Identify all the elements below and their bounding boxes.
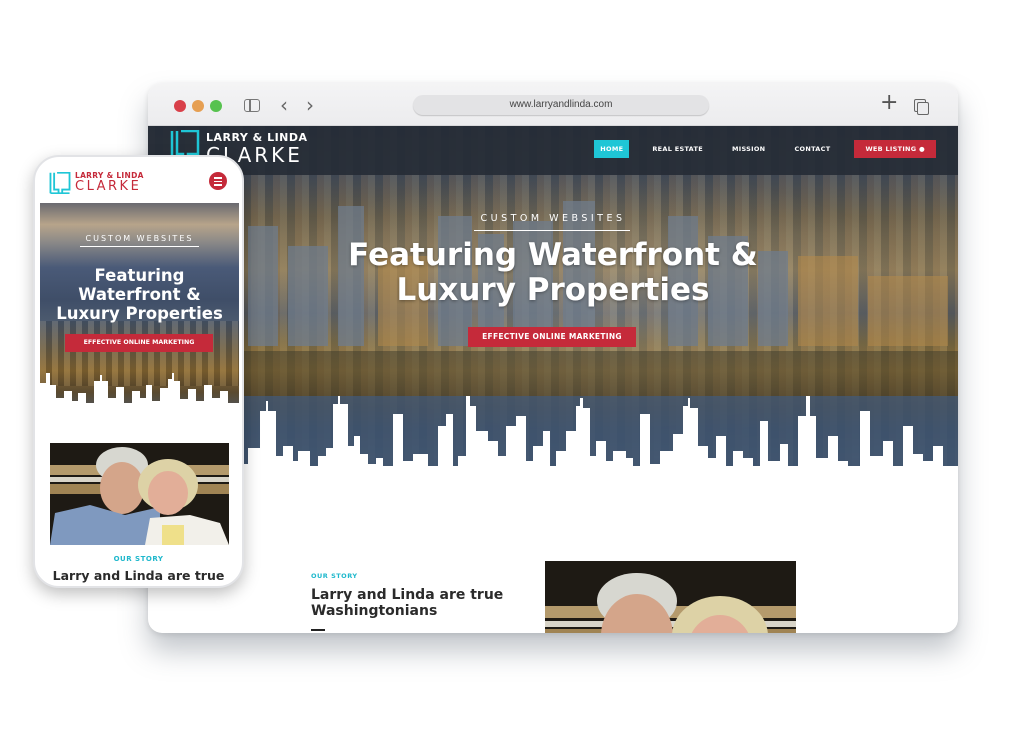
tabs-overview-icon[interactable] bbox=[914, 99, 929, 115]
mobile-logo-text-bottom[interactable]: CLARKE bbox=[75, 179, 141, 194]
story-title: Larry and Linda are true Washingtonians bbox=[311, 587, 504, 619]
web-listing-button[interactable]: WEB LISTING ● bbox=[854, 140, 936, 158]
hero-title-line-2: Luxury Properties bbox=[396, 272, 710, 308]
nav-real-estate[interactable]: REAL ESTATE bbox=[646, 140, 709, 158]
mobile-story-title: Larry and Linda are true bbox=[52, 568, 225, 583]
mobile-hero-title-line-3: Luxury Properties bbox=[56, 304, 223, 323]
mobile-hero-subtitle: CUSTOM WEBSITES bbox=[85, 234, 194, 243]
hero-subtitle: CUSTOM WEBSITES bbox=[480, 213, 626, 224]
story-divider bbox=[311, 629, 325, 631]
website-viewport: CUSTOM WEBSITES Featuring Waterfront & L… bbox=[148, 126, 958, 633]
larry-and-linda-photo bbox=[545, 561, 796, 633]
map-pin-icon: ● bbox=[919, 145, 925, 153]
hero-title-line-1: Featuring Waterfront & bbox=[348, 237, 758, 273]
effective-online-marketing-button[interactable]: EFFECTIVE ONLINE MARKETING bbox=[468, 327, 636, 347]
mobile-skyline-silhouette bbox=[40, 373, 239, 418]
site-header: LARRY & LINDA CLARKE HOME REAL ESTATE MI… bbox=[148, 126, 958, 175]
new-tab-icon[interactable]: + bbox=[880, 92, 898, 114]
nav-mission[interactable]: MISSION bbox=[726, 140, 771, 158]
forward-icon[interactable]: › bbox=[306, 94, 314, 116]
hamburger-menu-icon[interactable] bbox=[209, 172, 227, 190]
mobile-hero-title-line-1: Featuring bbox=[94, 266, 185, 285]
minimize-window-button[interactable] bbox=[192, 100, 204, 112]
hero-title: Featuring Waterfront & Luxury Properties bbox=[148, 238, 958, 308]
hero-subtitle-underline bbox=[474, 230, 630, 231]
close-window-button[interactable] bbox=[174, 100, 186, 112]
hero-section: CUSTOM WEBSITES Featuring Waterfront & L… bbox=[148, 126, 958, 486]
address-bar[interactable]: www.larryandlinda.com bbox=[413, 95, 709, 115]
sidebar-icon[interactable] bbox=[244, 99, 260, 112]
skyline-silhouette-divider bbox=[148, 396, 958, 486]
web-listing-label: WEB LISTING bbox=[865, 145, 917, 153]
back-icon[interactable]: ‹ bbox=[280, 94, 288, 116]
mobile-hero-title-line-2: Waterfront & bbox=[78, 285, 201, 304]
nav-home[interactable]: HOME bbox=[594, 140, 630, 158]
mobile-logo-mark[interactable] bbox=[49, 172, 71, 194]
desktop-browser-window: ‹ › www.larryandlinda.com + CUSTOM WEBSI… bbox=[148, 83, 958, 633]
mobile-effective-online-marketing-button[interactable]: EFFECTIVE ONLINE MARKETING bbox=[65, 334, 213, 352]
mobile-hero-section: CUSTOM WEBSITES Featuring Waterfront & L… bbox=[40, 203, 239, 418]
mobile-hero-title: Featuring Waterfront & Luxury Properties bbox=[40, 266, 239, 323]
nav-contact[interactable]: CONTACT bbox=[788, 140, 836, 158]
our-story-label: OUR STORY bbox=[311, 572, 358, 580]
browser-toolbar: ‹ › www.larryandlinda.com + bbox=[148, 83, 958, 126]
main-navigation: HOME REAL ESTATE MISSION CONTACT WEB LIS… bbox=[594, 140, 936, 158]
zoom-window-button[interactable] bbox=[210, 100, 222, 112]
mobile-our-story-label: OUR STORY bbox=[113, 555, 164, 563]
mobile-phone-mockup: LARRY & LINDA CLARKE CUSTOM WEBSITES Fea… bbox=[33, 155, 244, 588]
mobile-hero-subtitle-underline bbox=[80, 246, 199, 247]
mobile-larry-and-linda-photo bbox=[50, 443, 229, 545]
